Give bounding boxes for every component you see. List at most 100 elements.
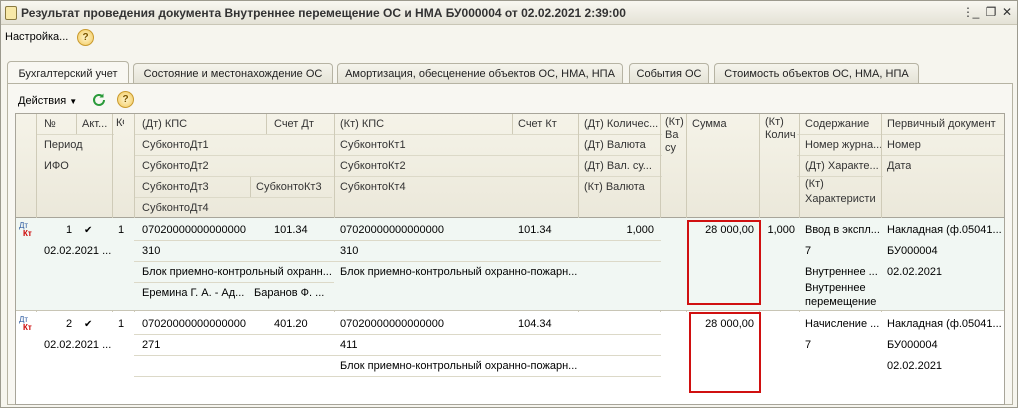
help-icon[interactable]: ? [77, 29, 94, 46]
divider [134, 155, 662, 156]
col-dt-char[interactable]: (Дт) Характе... [801, 156, 883, 177]
col-num[interactable]: № [40, 114, 56, 135]
divider [797, 134, 1004, 135]
col-kt-currency[interactable]: (Кт) Валюта [580, 177, 645, 198]
row-number: БУ000004 [887, 245, 938, 257]
row-period: 02.02.2021 ... [44, 245, 112, 257]
col-schet-kt[interactable]: Счет Кт [514, 114, 557, 135]
title-bar: Результат проведения документа Внутренне… [1, 1, 1017, 25]
posting-type-icon: Дт Кт [19, 315, 32, 332]
divider [797, 155, 1004, 156]
chevron-down-icon: ▼ [69, 97, 78, 106]
col-dt-kps[interactable]: (Дт) КПС [138, 114, 187, 135]
tab-depreciation[interactable]: Амортизация, обесценение объектов ОС, НМ… [337, 63, 623, 84]
restore-icon[interactable]: ❐ [984, 5, 998, 19]
posting-type-icon: Дт Кт [19, 221, 32, 238]
row-date: 02.02.2021 [887, 360, 943, 372]
col-schet-dt[interactable]: Счет Дт [270, 114, 314, 135]
minimize-icon[interactable]: _ [969, 5, 983, 19]
col-kfo[interactable]: КФО [114, 116, 124, 166]
divider [134, 197, 332, 198]
row-num: 2 [66, 318, 73, 330]
col-dt-currency[interactable]: (Дт) Валюта [580, 135, 646, 156]
tab-state-location[interactable]: Состояние и местонахождение ОС [133, 63, 333, 84]
row-kfo: 1 [118, 318, 125, 330]
col-date[interactable]: Дата [883, 156, 911, 177]
help-icon[interactable]: ? [117, 91, 134, 108]
col-active[interactable]: Акт... [78, 114, 107, 135]
row-dt-kps: 07020000000000000 [142, 224, 247, 236]
actions-menu[interactable]: Действия ▼ [18, 95, 77, 107]
row-dt-kps: 07020000000000000 [142, 318, 247, 330]
col-ifo[interactable]: ИФО [40, 156, 69, 177]
table-header: № Акт... КФО Период ИФО (Дт) КПС Счет Дт… [16, 114, 1004, 219]
divider [797, 176, 883, 177]
col-journal-no[interactable]: Номер журна... [801, 135, 883, 156]
divider [134, 355, 661, 356]
divider [266, 114, 267, 134]
tab-events[interactable]: События ОС [629, 63, 709, 84]
document-result-window: Результат проведения документа Внутренне… [0, 0, 1018, 408]
row-kt-kps: 07020000000000000 [340, 224, 445, 236]
col-subkonto-dt2[interactable]: СубконтоДт2 [138, 156, 209, 177]
divider [36, 134, 114, 135]
active-check-icon[interactable]: ✔ [84, 319, 92, 330]
col-subkonto-dt1[interactable]: СубконтоДт1 [138, 135, 209, 156]
document-icon [5, 6, 17, 20]
row-num: 1 [66, 224, 73, 236]
col-subkonto-kt2[interactable]: СубконтоКт2 [336, 156, 406, 177]
close-icon[interactable]: ✕ [1000, 5, 1014, 19]
row-content: Ввод в экспл... [805, 224, 880, 236]
col-period[interactable]: Период [40, 135, 83, 156]
col-subkonto-dt3[interactable]: СубконтоДт3 [138, 177, 209, 198]
col-dt-qty[interactable]: (Дт) Количес... [580, 114, 662, 135]
menu-bar: Настройка... ? [1, 26, 1017, 50]
tab-accounting[interactable]: Бухгалтерский учет [7, 61, 129, 83]
col-subkonto-dt4[interactable]: СубконтоДт4 [138, 198, 209, 219]
col-content[interactable]: Содержание [801, 114, 869, 135]
row-kfo: 1 [118, 224, 125, 236]
divider [16, 310, 1004, 311]
row-subkonto-kt2: Блок приемно-контрольный охранно-пожарн.… [340, 266, 578, 278]
col-subkonto-kt3-header[interactable]: СубконтоКт3 [252, 177, 322, 198]
col-number[interactable]: Номер [883, 135, 921, 156]
row-schet-dt: 401.20 [274, 318, 308, 330]
row-subkonto-dt1: 271 [142, 339, 161, 351]
col-dt-cur-amount[interactable]: (Дт) Вал. су... [580, 156, 662, 177]
col-kt-qty[interactable]: (Кт) Колич [761, 116, 801, 146]
col-subkonto-kt1[interactable]: СубконтоКт1 [336, 135, 406, 156]
col-primary-doc[interactable]: Первичный документ [883, 114, 996, 135]
row-kt-char-line1: Внутреннее [805, 282, 866, 294]
row-subkonto-dt3: Еремина Г. А. - Ад... [142, 287, 245, 299]
row-content: Начисление ... [805, 318, 880, 330]
row-subkonto-dt2: Блок приемно-контрольный охранн... [142, 266, 332, 278]
refresh-icon[interactable] [91, 92, 107, 108]
row-number: БУ000004 [887, 339, 938, 351]
tab-cost[interactable]: Стоимость объектов ОС, НМА, НПА [714, 63, 919, 84]
col-subkonto-kt4[interactable]: СубконтоКт4 [336, 177, 406, 198]
row-subkonto-kt1: 310 [340, 245, 359, 257]
row-schet-kt: 104.34 [518, 318, 552, 330]
highlight-box [687, 220, 761, 305]
row-kt-kps: 07020000000000000 [340, 318, 445, 330]
row-subkonto-dt1: 310 [142, 245, 161, 257]
window-title: Результат проведения документа Внутренне… [21, 6, 626, 20]
settings-menu[interactable]: Настройка... [5, 31, 68, 43]
divider [512, 114, 513, 134]
col-kt-kps[interactable]: (Кт) КПС [336, 114, 384, 135]
divider [134, 176, 662, 177]
col-summa[interactable]: Сумма [688, 114, 727, 135]
row-schet-kt: 101.34 [518, 224, 552, 236]
table-row[interactable]: Дт Кт 1 ✔ 1 02.02.2021 ... 07020000000000… [16, 218, 1004, 311]
divider [134, 134, 662, 135]
row-dt-qty: 1,000 [626, 224, 654, 236]
divider [134, 334, 661, 335]
col-kt-char[interactable]: (Кт) Характеристи [801, 177, 883, 213]
row-subkonto-kt3: Баранов Ф. ... [254, 287, 325, 299]
row-kt-qty: 1,000 [767, 224, 795, 236]
row-journal-no: 7 [805, 245, 812, 257]
row-journal-no: 7 [805, 339, 812, 351]
active-check-icon[interactable]: ✔ [84, 225, 92, 236]
col-kt-va-su[interactable]: (Кт) Ва су [661, 116, 687, 160]
table-row[interactable]: Дт Кт 2 ✔ 1 02.02.2021 ... 07020000000000… [16, 312, 1004, 404]
